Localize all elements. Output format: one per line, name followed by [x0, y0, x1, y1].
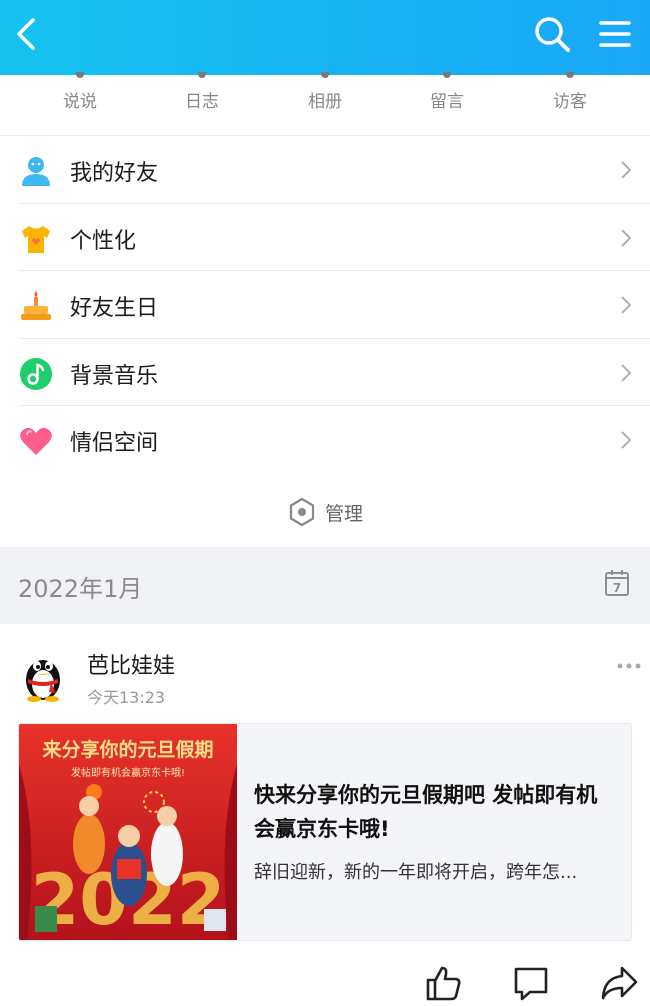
nav-icon: [321, 72, 329, 78]
feed-post: 芭比娃娃 今天13:23 来分享你的元旦假期 发帖即有机会赢京东卡哦! 2022: [0, 624, 650, 1006]
more-dots-icon[interactable]: [616, 662, 642, 670]
shared-link-card[interactable]: 来分享你的元旦假期 发帖即有机会赢京东卡哦! 2022 快来分享你的元旦假期吧 …: [18, 723, 632, 941]
post-actions: [0, 964, 650, 1004]
calendar-icon: 7: [605, 570, 629, 596]
card-title: 快来分享你的元旦假期吧 发帖即有机会赢京东卡哦!: [254, 783, 598, 841]
chevron-right-icon: [621, 161, 632, 179]
like-button[interactable]: [424, 964, 464, 1004]
calendar-day: 7: [613, 581, 621, 595]
nav-item-liuyan[interactable]: 留言: [402, 72, 492, 135]
chevron-left-icon: [17, 18, 35, 50]
nav-item-label: 日志: [185, 92, 219, 112]
nav-item-shuoshuo[interactable]: 说说: [35, 72, 125, 135]
search-icon: [535, 17, 570, 52]
tshirt-icon: [22, 225, 50, 253]
hexagon-settings-icon: [289, 497, 315, 527]
nav-icon: [198, 72, 206, 78]
menu-item-label: 个性化: [70, 228, 137, 254]
card-description: 辞旧迎新，新的一年即将开启，跨年怎...: [254, 862, 578, 883]
person-icon: [22, 157, 50, 186]
thumb-banner-text: 来分享你的元旦假期: [42, 738, 213, 761]
chevron-right-icon: [621, 363, 632, 382]
card-thumbnail: 来分享你的元旦假期 发帖即有机会赢京东卡哦! 2022: [19, 724, 237, 940]
nav-item-label: 相册: [308, 92, 342, 112]
manage-label: 管理: [325, 503, 364, 525]
feature-menu: 我的好友 个性化 好友生日 背景音乐 情侣空间: [0, 135, 650, 474]
nav-item-label: 留言: [430, 92, 464, 112]
date-label: 2022年1月: [18, 575, 143, 603]
search-button[interactable]: [530, 12, 574, 56]
thumbs-up-icon: [426, 966, 461, 1001]
calendar-button[interactable]: 7: [604, 569, 630, 597]
hamburger-menu-icon: [599, 21, 631, 47]
comment-icon: [514, 967, 548, 1001]
menu-item-friends[interactable]: 我的好友: [18, 136, 650, 204]
back-button[interactable]: [4, 12, 48, 56]
menu-item-birthday[interactable]: 好友生日: [18, 271, 650, 339]
nav-item-xiangce[interactable]: 相册: [280, 72, 370, 135]
manage-button[interactable]: 管理: [0, 473, 650, 547]
quick-nav: 说说 日志 相册 留言 访客: [0, 72, 650, 135]
chevron-right-icon: [621, 431, 632, 449]
chevron-right-icon: [621, 228, 632, 247]
post-author[interactable]: 芭比娃娃: [87, 648, 175, 680]
thumb-subline-text: 发帖即有机会赢京东卡哦!: [71, 766, 185, 779]
comment-button[interactable]: [512, 964, 552, 1004]
nav-item-label: 访客: [553, 92, 587, 112]
top-bar: [0, 0, 650, 75]
avatar[interactable]: [18, 648, 68, 702]
menu-item-label: 背景音乐: [70, 363, 159, 389]
menu-item-personalize[interactable]: 个性化: [18, 204, 650, 271]
menu-item-label: 好友生日: [70, 296, 159, 321]
post-time: 今天13:23: [87, 688, 166, 707]
menu-button[interactable]: [593, 12, 637, 56]
menu-item-couple[interactable]: 情侣空间: [18, 406, 650, 474]
thumbnail-illustration: 来分享你的元旦假期 发帖即有机会赢京东卡哦! 2022: [19, 724, 237, 940]
music-note-icon: [20, 357, 52, 390]
menu-item-label: 情侣空间: [70, 431, 159, 456]
nav-item-fangke[interactable]: 访客: [525, 72, 615, 135]
date-section-header: 2022年1月 7: [0, 547, 650, 624]
nav-icon: [443, 72, 451, 78]
menu-item-bgm[interactable]: 背景音乐: [18, 339, 650, 406]
nav-item-label: 说说: [63, 92, 97, 112]
nav-icon: [566, 72, 574, 78]
birthday-cake-icon: [21, 291, 51, 320]
chevron-right-icon: [621, 296, 632, 314]
nav-icon: [76, 72, 84, 78]
heart-icon: [20, 427, 52, 455]
nav-item-rizhi[interactable]: 日志: [157, 72, 247, 135]
share-icon: [601, 966, 638, 1000]
menu-item-label: 我的好友: [70, 161, 159, 186]
share-button[interactable]: [600, 964, 640, 1004]
